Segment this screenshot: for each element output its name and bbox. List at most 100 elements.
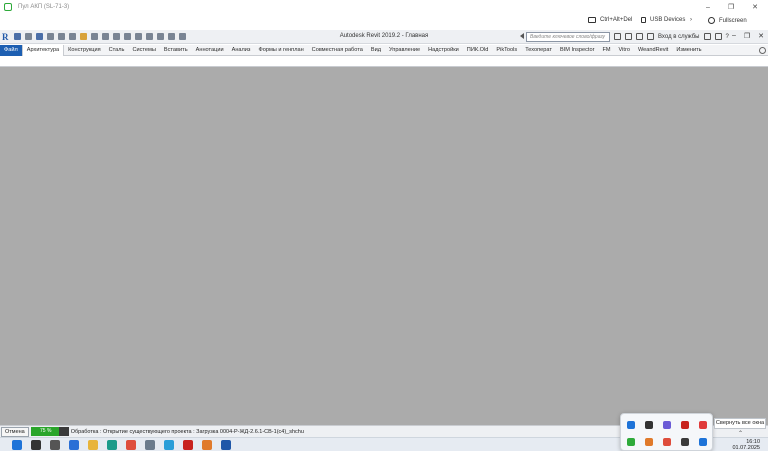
fullscreen-button[interactable]: Fullscreen — [708, 17, 747, 24]
office-icon[interactable] — [645, 438, 653, 446]
ribbon-tabs: Файл Архитектура Конструкция Сталь Систе… — [0, 44, 768, 56]
signin-button[interactable]: Вход в службы — [658, 34, 700, 40]
section-icon[interactable] — [135, 33, 142, 40]
taskbar-clock[interactable]: 16:10 01.07.2025 — [732, 439, 760, 451]
switch-windows-icon[interactable] — [168, 33, 175, 40]
close-icon[interactable]: ✕ — [758, 32, 764, 40]
folder-icon[interactable] — [80, 33, 87, 40]
tab-insert[interactable]: Вставить — [160, 45, 192, 56]
acrobat-icon[interactable] — [183, 440, 193, 450]
cancel-button[interactable]: Отмена — [1, 426, 29, 437]
yandex-icon[interactable] — [699, 421, 707, 429]
tray-row-1 — [627, 421, 707, 429]
subscription-icon[interactable] — [625, 33, 632, 40]
file-explorer-icon[interactable] — [88, 440, 98, 450]
maximize-icon[interactable]: ❐ — [728, 3, 734, 11]
yandex-browser-icon[interactable] — [69, 440, 79, 450]
chevron-right-icon[interactable]: › — [690, 17, 692, 23]
sync-icon[interactable] — [36, 33, 43, 40]
network-icon[interactable] — [699, 438, 707, 446]
search-icon[interactable] — [31, 440, 41, 450]
tab-addins[interactable]: Надстройки — [424, 45, 463, 56]
measure-icon[interactable] — [91, 33, 98, 40]
quick-access-toolbar: R Autodesk Revit 2019.2 - Главная Введит… — [0, 30, 768, 44]
ribbon-minimize-icon[interactable] — [759, 47, 766, 54]
tab-vitro[interactable]: Vitro — [615, 45, 634, 56]
tray-chevron-up-icon[interactable]: ⌃ — [738, 430, 743, 437]
text-icon[interactable] — [113, 33, 120, 40]
search-icon[interactable] — [614, 33, 621, 40]
bluetooth-icon[interactable] — [627, 421, 635, 429]
agent-icon[interactable] — [645, 421, 653, 429]
redo-icon[interactable] — [58, 33, 65, 40]
open-icon[interactable] — [14, 33, 21, 40]
revit-logo-icon[interactable]: R — [2, 32, 11, 42]
tab-file[interactable]: Файл — [0, 44, 22, 56]
tab-architecture[interactable]: Архитектура — [21, 44, 65, 56]
close-hidden-icon[interactable] — [157, 33, 164, 40]
usb-devices-button[interactable]: USB Devices — [641, 17, 685, 23]
minimize-all-windows-button[interactable]: Свернуть все окна — [714, 418, 766, 429]
tab-collaborate[interactable]: Совместная работа — [308, 45, 367, 56]
quick-access-icons — [14, 33, 186, 40]
exchange-icon[interactable] — [714, 33, 722, 40]
tab-modify[interactable]: Изменить — [672, 45, 705, 56]
notes-icon[interactable] — [663, 421, 671, 429]
tab-manage[interactable]: Управление — [385, 45, 424, 56]
rdp-icon[interactable] — [627, 438, 635, 446]
tab-pik-old[interactable]: ПИК.Old — [463, 45, 493, 56]
tab-piktools[interactable]: PikTools — [492, 45, 521, 56]
maximize-icon[interactable]: ❐ — [744, 32, 750, 40]
tab-bim-inspector[interactable]: BIM Inspector — [556, 45, 599, 56]
tab-systems[interactable]: Системы — [128, 45, 159, 56]
vpn-icon[interactable] — [681, 421, 689, 429]
minimize-icon[interactable]: – — [732, 32, 736, 40]
user-icon[interactable] — [647, 33, 654, 40]
tab-annotate[interactable]: Аннотации — [192, 45, 228, 56]
nvidia-icon[interactable] — [681, 438, 689, 446]
print-icon[interactable] — [69, 33, 76, 40]
calculator-icon[interactable] — [145, 440, 155, 450]
3d-view-icon[interactable] — [124, 33, 131, 40]
help-button[interactable]: ? — [726, 34, 729, 40]
windows-start-icon[interactable] — [12, 440, 22, 450]
favorites-icon[interactable] — [636, 33, 643, 40]
tab-view[interactable]: Вид — [367, 45, 385, 56]
tray-overflow-popup — [620, 413, 713, 451]
thin-lines-icon[interactable] — [146, 33, 153, 40]
progress-bar: 75 % — [30, 427, 69, 436]
tab-steel[interactable]: Сталь — [105, 45, 129, 56]
remote-app-icon — [4, 3, 12, 11]
undo-icon[interactable] — [47, 33, 54, 40]
remote-controls-bar: Ctrl+Alt+Del USB Devices › Fullscreen — [0, 14, 768, 30]
chrome-icon[interactable] — [663, 438, 671, 446]
cart-icon[interactable] — [703, 33, 711, 40]
save-icon[interactable] — [25, 33, 32, 40]
revit-window-controls: – ❐ ✕ — [732, 32, 764, 40]
dimension-icon[interactable] — [102, 33, 109, 40]
clock-date: 01.07.2025 — [732, 445, 760, 451]
search-input[interactable]: Введите ключевое слово/фразу — [526, 32, 610, 42]
search-collapse-icon[interactable] — [520, 33, 524, 39]
remote-window-controls: – ❐ ✕ — [706, 0, 758, 14]
chrome-icon[interactable] — [126, 440, 136, 450]
tab-fm[interactable]: FM — [598, 45, 614, 56]
tab-weandrevit[interactable]: WeandRevit — [634, 45, 672, 56]
infocenter-tools: Вход в службы ? — [614, 33, 729, 40]
tab-techoperat[interactable]: Техоперат — [521, 45, 556, 56]
close-icon[interactable]: ✕ — [752, 3, 758, 11]
customize-icon[interactable] — [179, 33, 186, 40]
task-view-icon[interactable] — [50, 440, 60, 450]
ctrl-alt-del-button[interactable]: Ctrl+Alt+Del — [588, 17, 632, 23]
app-icon[interactable] — [202, 440, 212, 450]
minimize-icon[interactable]: – — [706, 4, 710, 11]
ribbon-end-controls — [759, 47, 766, 54]
tab-massing-site[interactable]: Формы и генплан — [254, 45, 307, 56]
progress-label: 75 % — [40, 428, 52, 434]
drawing-area[interactable] — [0, 67, 768, 425]
tab-analyze[interactable]: Анализ — [228, 45, 255, 56]
telegram-icon[interactable] — [164, 440, 174, 450]
tab-structure[interactable]: Конструкция — [64, 45, 104, 56]
revit-icon[interactable] — [221, 440, 231, 450]
edge-icon[interactable] — [107, 440, 117, 450]
